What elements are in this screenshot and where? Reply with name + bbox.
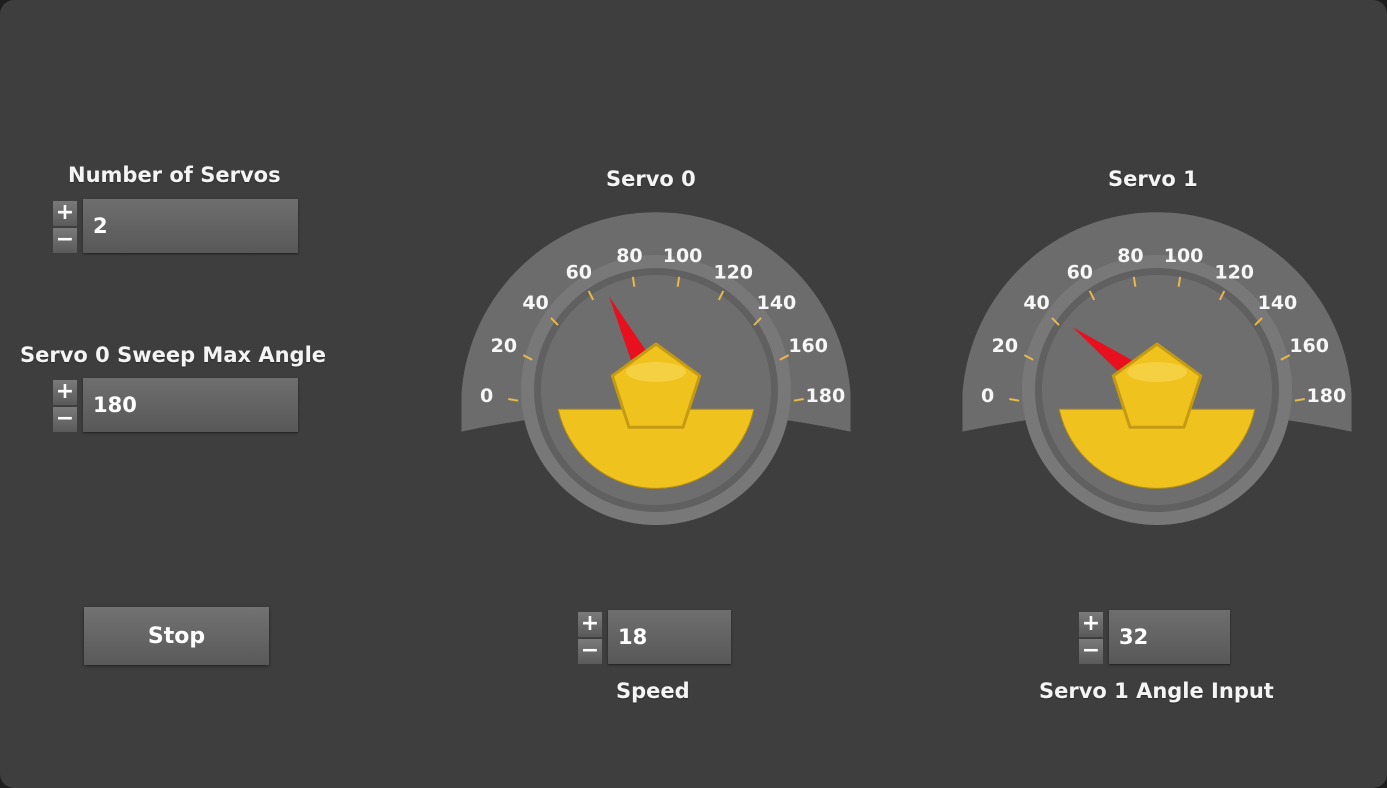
servo-1-gauge: 0 2040 60 80 100 120140 160 180 xyxy=(962,212,1352,525)
gauge-tick-label: 140 xyxy=(757,292,797,314)
angle-input-label: Servo 1 Angle Input xyxy=(1039,679,1274,703)
sweep-max-label: Servo 0 Sweep Max Angle xyxy=(20,343,327,367)
angle-input-control: + − 32 xyxy=(1079,610,1230,664)
num-servos-decrement-button[interactable]: − xyxy=(53,228,77,253)
sweep-max-value: 180 xyxy=(93,393,137,417)
gauge-tick-label: 120 xyxy=(1214,261,1254,283)
speed-label: Speed xyxy=(616,679,690,703)
num-servos-value: 2 xyxy=(93,214,108,238)
gauge-title-servo-0: Servo 0 xyxy=(606,167,696,191)
gauge-tick-label: 60 xyxy=(1067,261,1093,283)
num-servos-increment-button[interactable]: + xyxy=(53,201,77,226)
gauge-tick-label: 20 xyxy=(992,335,1018,357)
gauge-tick-label: 180 xyxy=(806,385,846,407)
gauge-tick-label: 20 xyxy=(491,335,517,357)
sweep-max-control: + − 180 xyxy=(53,378,298,432)
gauge-tick-label: 100 xyxy=(1164,245,1204,267)
num-servos-label: Number of Servos xyxy=(68,163,281,187)
gauge-knob-highlight xyxy=(626,362,686,382)
gauge-tick-label: 120 xyxy=(713,261,753,283)
gauge-tick-label: 80 xyxy=(616,245,642,267)
speed-increment-button[interactable]: + xyxy=(578,612,602,637)
control-panel: Number of Servos + − 2 Servo 0 Sweep Max… xyxy=(0,0,1387,788)
angle-input-field[interactable]: 32 xyxy=(1109,610,1230,664)
speed-input[interactable]: 18 xyxy=(608,610,731,664)
gauge-tick-label: 160 xyxy=(788,335,828,357)
gauge-tick-label: 60 xyxy=(566,261,592,283)
sweep-max-decrement-button[interactable]: − xyxy=(53,407,77,432)
num-servos-control: + − 2 xyxy=(53,199,298,253)
num-servos-input[interactable]: 2 xyxy=(83,199,298,253)
speed-control: + − 18 xyxy=(578,610,731,664)
gauge-tick-label: 40 xyxy=(1023,292,1049,314)
angle-input-increment-button[interactable]: + xyxy=(1079,612,1103,637)
gauge-tick-label: 40 xyxy=(522,292,548,314)
angle-input-decrement-button[interactable]: − xyxy=(1079,639,1103,664)
speed-decrement-button[interactable]: − xyxy=(578,639,602,664)
speed-value: 18 xyxy=(618,625,648,649)
gauge-tick-label: 160 xyxy=(1289,335,1329,357)
gauge-title-servo-1: Servo 1 xyxy=(1108,167,1198,191)
servo-0-gauge: 0 2040 60 80 100 120140 160 180 xyxy=(461,212,851,525)
stop-button[interactable]: Stop xyxy=(84,607,269,665)
gauge-knob-highlight xyxy=(1127,362,1187,382)
gauge-tick-label: 100 xyxy=(663,245,703,267)
sweep-max-increment-button[interactable]: + xyxy=(53,380,77,405)
angle-input-value: 32 xyxy=(1119,625,1149,649)
gauge-tick-label: 0 xyxy=(981,385,994,407)
gauge-tick-label: 140 xyxy=(1258,292,1298,314)
sweep-max-input[interactable]: 180 xyxy=(83,378,298,432)
gauge-tick-label: 180 xyxy=(1307,385,1347,407)
gauge-tick-label: 80 xyxy=(1117,245,1143,267)
gauge-tick-label: 0 xyxy=(480,385,493,407)
